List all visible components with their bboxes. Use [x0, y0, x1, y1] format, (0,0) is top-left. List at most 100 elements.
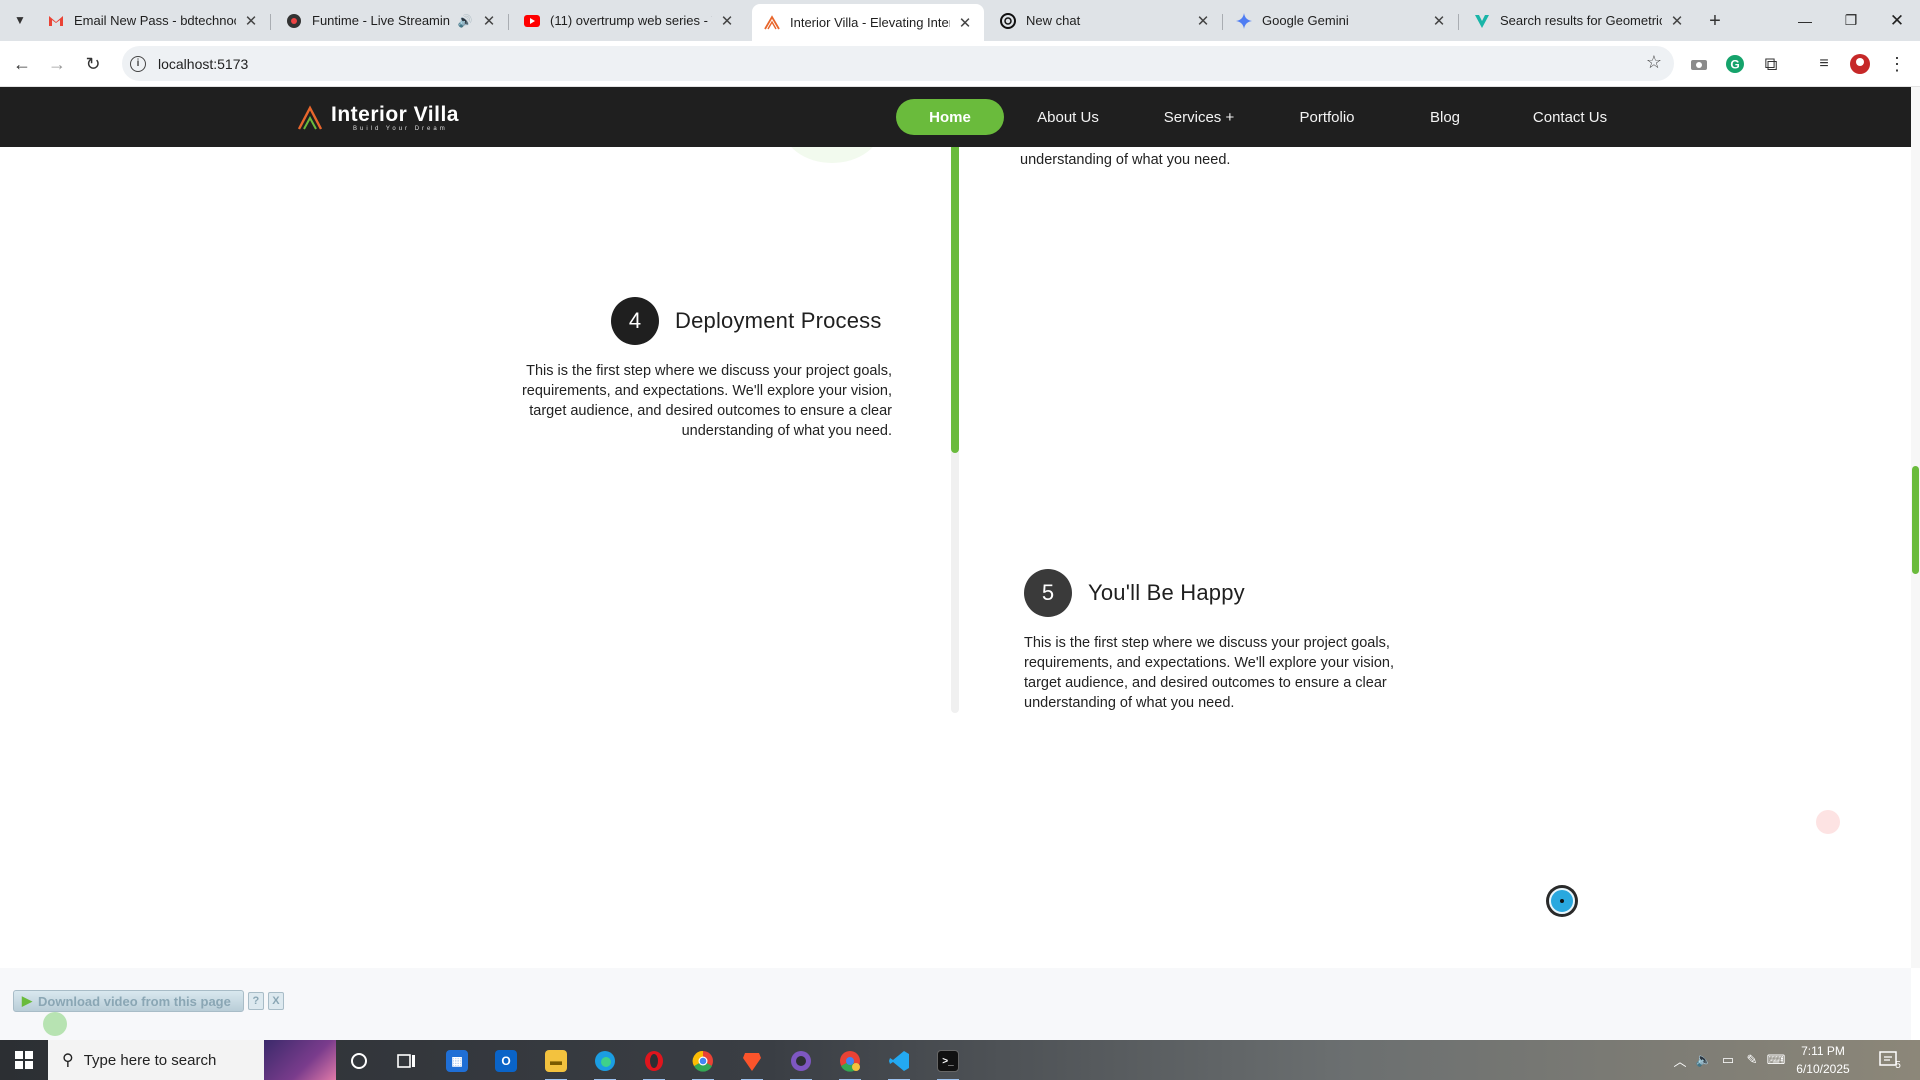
close-tab-icon[interactable]: ✕ [1430, 12, 1448, 30]
address-bar[interactable]: i localhost:5173 ☆ [122, 46, 1674, 81]
tab-geometric-search[interactable]: Search results for Geometric sy ✕ [1462, 6, 1696, 35]
youtube-icon [524, 13, 540, 29]
windows-taskbar: ⚲ Type here to search ▦ O ▬ >_ ︿ 🔈 ▭ ✎ ⌨… [0, 1040, 1920, 1080]
microsoft-store-icon[interactable]: ▦ [438, 1046, 476, 1076]
step-5-title: You'll Be Happy [1088, 580, 1245, 605]
windows-start-icon[interactable] [0, 1040, 48, 1080]
close-tab-icon[interactable]: ✕ [1668, 12, 1686, 30]
browser-menu-icon[interactable]: ⋮ [1885, 52, 1909, 76]
chatgpt-icon [1000, 12, 1016, 29]
svg-text:G: G [1730, 58, 1739, 72]
logo-name: Interior Villa [331, 102, 459, 126]
tab-funtime[interactable]: Funtime - Live Streaming 🔊 ✕ [274, 6, 509, 35]
page-scroll-thumb[interactable] [1912, 466, 1919, 574]
step-5-description: This is the first step where we discuss … [1024, 635, 1395, 711]
forward-arrow-icon[interactable]: → [44, 51, 70, 77]
decorative-dot [43, 1012, 67, 1036]
gemini-icon [1236, 12, 1252, 29]
vscode-icon[interactable] [880, 1046, 918, 1080]
tab-interior-villa[interactable]: Interior Villa - Elevating Interior ✕ [752, 4, 984, 41]
reload-icon[interactable]: ↻ [80, 51, 106, 77]
brave-icon[interactable] [733, 1046, 771, 1080]
taskbar-clock[interactable]: 7:11 PM 6/10/2025 [1788, 1042, 1858, 1078]
search-icon: ⚲ [62, 1052, 74, 1069]
funtime-icon [286, 13, 302, 29]
tab-search-chevron-icon[interactable]: ▼ [8, 8, 32, 32]
outlook-icon[interactable]: O [487, 1046, 525, 1076]
task-view-icon[interactable] [388, 1046, 426, 1076]
restore-icon[interactable]: ❐ [1828, 0, 1874, 41]
process-timeline-section: understanding of what you need. 4 Deploy… [0, 147, 1911, 968]
terminal-icon[interactable]: >_ [929, 1046, 967, 1080]
tray-chevron-up-icon[interactable]: ︿ [1668, 1040, 1692, 1080]
network-icon[interactable]: ▭ [1716, 1040, 1740, 1080]
file-explorer-icon[interactable]: ▬ [537, 1046, 575, 1080]
decorative-dot [1816, 810, 1840, 834]
main-nav: Home About Us Services + Portfolio Blog … [896, 99, 1638, 135]
nav-portfolio[interactable]: Portfolio [1266, 99, 1388, 135]
minimize-icon[interactable]: — [1782, 0, 1828, 41]
gmail-icon [48, 13, 64, 29]
notifications-icon[interactable]: 5 [1870, 1040, 1910, 1080]
download-help-button[interactable]: ? [247, 992, 264, 1010]
download-video-button[interactable]: ▶ Download video from this page [13, 990, 244, 1012]
tab-gmail[interactable]: Email New Pass - bdtechnocrat ✕ [36, 6, 271, 35]
footer-strip [0, 968, 1911, 1040]
close-window-icon[interactable]: ✕ [1874, 0, 1920, 41]
download-close-button[interactable]: X [267, 992, 284, 1010]
site-header: Interior Villa Build Your Dream Home Abo… [0, 87, 1911, 147]
taskbar-search[interactable]: ⚲ Type here to search [48, 1040, 336, 1080]
site-logo[interactable]: Interior Villa Build Your Dream [297, 101, 459, 135]
tab-youtube[interactable]: (11) overtrump web series - You ✕ [512, 6, 746, 35]
extensions-puzzle-icon[interactable]: ⧉ [1759, 52, 1783, 76]
url-text[interactable]: localhost:5173 [158, 56, 248, 72]
opera-icon[interactable] [635, 1046, 673, 1080]
vector-icon [1474, 13, 1490, 29]
speaker-icon[interactable]: 🔊 [456, 12, 474, 30]
nav-blog[interactable]: Blog [1388, 99, 1502, 135]
new-tab-plus-icon[interactable]: + [1702, 8, 1728, 34]
bookmark-star-icon[interactable]: ☆ [1646, 52, 1662, 73]
tab-google-gemini[interactable]: Google Gemini ✕ [1224, 6, 1459, 35]
nav-services[interactable]: Services + [1132, 99, 1266, 135]
step-4-number: 4 [611, 297, 659, 345]
github-desktop-icon[interactable] [782, 1046, 820, 1080]
download-video-bar: ▶ Download video from this page ? X [13, 989, 284, 1013]
floating-cursor-button[interactable] [1546, 885, 1578, 917]
pen-icon[interactable]: ✎ [1740, 1040, 1764, 1080]
nav-home[interactable]: Home [896, 99, 1004, 135]
close-tab-icon[interactable]: ✕ [480, 12, 498, 30]
step-5-number: 5 [1024, 569, 1072, 617]
keyboard-icon[interactable]: ⌨ [1764, 1040, 1788, 1080]
timeline-progress [951, 147, 959, 453]
edge-icon[interactable] [586, 1046, 624, 1080]
back-arrow-icon[interactable]: ← [9, 51, 35, 77]
volume-icon[interactable]: 🔈 [1692, 1040, 1716, 1080]
close-tab-icon[interactable]: ✕ [718, 12, 736, 30]
cortana-icon[interactable] [340, 1046, 378, 1076]
step-4-title: Deployment Process [675, 308, 882, 333]
nav-contact-us[interactable]: Contact Us [1502, 99, 1638, 135]
interior-villa-icon [764, 14, 780, 31]
camera-icon[interactable] [1687, 52, 1711, 76]
decorative-blob [782, 147, 882, 163]
logo-mark-icon [297, 105, 323, 130]
chrome-profile-icon[interactable] [831, 1046, 869, 1080]
tab-new-chat[interactable]: New chat ✕ [988, 6, 1223, 35]
close-tab-icon[interactable]: ✕ [242, 12, 260, 30]
step-4-heading: 4 Deployment Process [611, 297, 882, 345]
close-tab-icon[interactable]: ✕ [1194, 12, 1212, 30]
chrome-icon[interactable] [684, 1046, 722, 1080]
logo-tagline: Build Your Dream [353, 125, 448, 132]
browser-tab-strip: ▼ Email New Pass - bdtechnocrat ✕ Funtim… [0, 0, 1920, 41]
nav-about-us[interactable]: About Us [1004, 99, 1132, 135]
search-highlight-image [264, 1040, 336, 1080]
grammarly-icon[interactable]: G [1723, 52, 1747, 76]
notification-count: 5 [1895, 1059, 1901, 1071]
step-5-heading: 5 You'll Be Happy [1024, 569, 1245, 617]
previous-step-description-tail: understanding of what you need. [1020, 152, 1231, 168]
site-info-icon[interactable]: i [130, 55, 146, 72]
media-controls-icon[interactable]: ≡ [1812, 52, 1836, 76]
close-tab-icon[interactable]: ✕ [956, 14, 974, 32]
profile-avatar-icon[interactable] [1848, 52, 1872, 76]
